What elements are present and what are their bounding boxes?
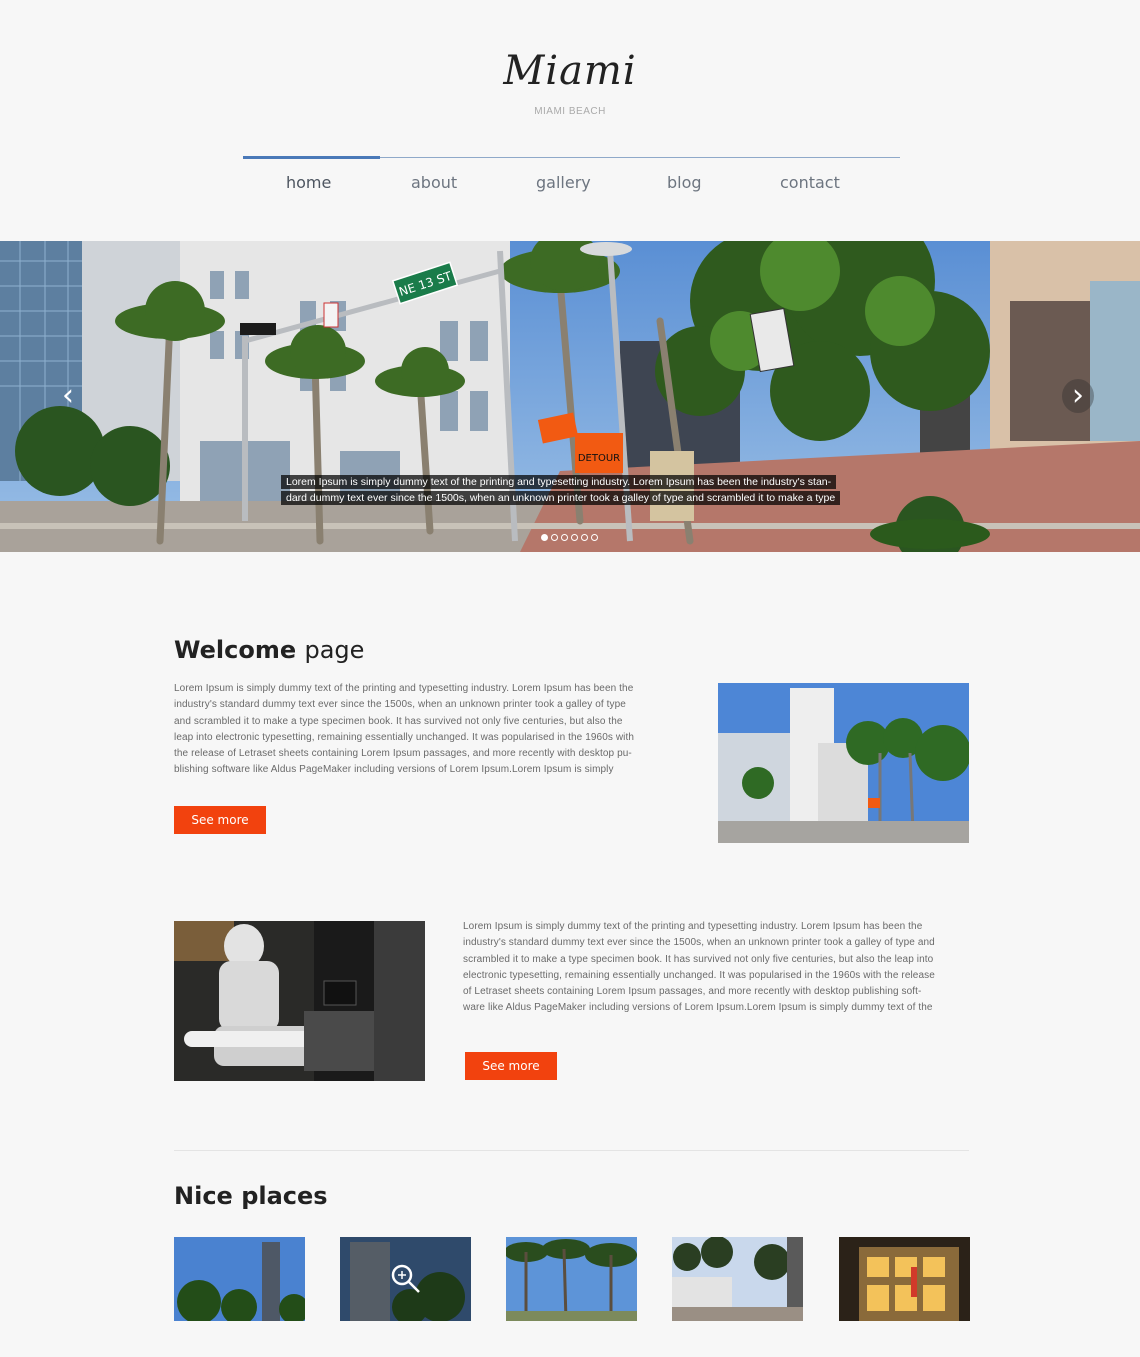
place-thumb-palms[interactable]: [340, 1237, 471, 1321]
site-tagline: MIAMI BEACH: [534, 106, 606, 117]
chevron-right-icon: ›: [1072, 378, 1084, 413]
slider-pagination: [541, 534, 598, 543]
slider-dot-5[interactable]: [581, 534, 588, 541]
slider-dot-2[interactable]: [551, 534, 558, 541]
place-thumb-palm-row[interactable]: [506, 1237, 637, 1321]
slider-dot-6[interactable]: [591, 534, 598, 541]
statue-photo: [174, 921, 425, 1081]
welcome-heading-bold: Welcome: [174, 636, 297, 664]
welcome-heading: Welcome page: [174, 636, 364, 664]
welcome-paragraph: Lorem Ipsum is simply dummy text of the …: [174, 681, 684, 779]
second-paragraph-line: ware like Aldus PageMaker including vers…: [463, 1002, 933, 1014]
slider-prev-button[interactable]: ‹: [52, 379, 84, 413]
welcome-heading-light: page: [304, 636, 365, 664]
welcome-paragraph-line: Lorem Ipsum is simply dummy text of the …: [174, 683, 634, 694]
second-paragraph: Lorem Ipsum is simply dummy text of the …: [463, 919, 983, 1017]
welcome-paragraph-line: and scrambled it to make a type specimen…: [174, 715, 623, 727]
site-logo[interactable]: Miami: [0, 48, 1140, 94]
slider-dot-1[interactable]: [541, 534, 548, 541]
chevron-left-icon: ‹: [62, 378, 74, 413]
place-thumb-night-building[interactable]: [839, 1237, 970, 1321]
nav-item-home[interactable]: home: [286, 173, 331, 192]
second-paragraph-line: of Letraset sheets containing Lorem Ipsu…: [463, 986, 922, 998]
second-paragraph-line: industry's standard dummy text ever sinc…: [463, 937, 935, 949]
second-see-more-button[interactable]: See more: [465, 1052, 557, 1080]
welcome-paragraph-line: leap into electronic typesetting, remain…: [174, 731, 635, 743]
welcome-see-more-button[interactable]: See more: [174, 806, 266, 834]
slider-dot-4[interactable]: [571, 534, 578, 541]
welcome-paragraph-line: the release of Letraset sheets containin…: [174, 748, 632, 760]
places-heading-bold: places: [241, 1182, 328, 1210]
slide-caption-line-1: Lorem Ipsum is simply dummy text of the …: [281, 475, 837, 489]
welcome-paragraph-line: blishing software like Aldus PageMaker i…: [174, 764, 614, 776]
welcome-paragraph-line: industry's standard dummy text ever sinc…: [174, 699, 626, 711]
nav-item-blog[interactable]: blog: [667, 173, 702, 192]
places-heading: Nice places: [174, 1182, 328, 1210]
places-heading-light: Nice: [174, 1182, 233, 1210]
second-paragraph-line: scrambled it to make a type specimen boo…: [463, 953, 934, 965]
nav-item-about[interactable]: about: [411, 173, 457, 192]
section-divider: [174, 1150, 969, 1151]
welcome-photo: [718, 683, 969, 843]
nav-item-contact[interactable]: contact: [780, 173, 840, 192]
slider-dot-3[interactable]: [561, 534, 568, 541]
second-paragraph-line: electronic typesetting, remaining essent…: [463, 969, 935, 981]
slide-caption-line-2: dard dummy text ever since the 1500s, wh…: [281, 491, 841, 505]
place-thumb-tower[interactable]: [174, 1237, 305, 1321]
place-thumb-street[interactable]: [672, 1237, 803, 1321]
detour-sign-text: DETOUR: [578, 453, 620, 464]
main-nav: home about gallery blog contact: [243, 173, 900, 203]
nav-active-indicator: [243, 156, 380, 159]
nav-item-gallery[interactable]: gallery: [536, 173, 591, 192]
slide-caption: Lorem Ipsum is simply dummy text of the …: [281, 474, 863, 506]
second-paragraph-line: Lorem Ipsum is simply dummy text of the …: [463, 921, 923, 932]
slider-next-button[interactable]: ›: [1062, 379, 1094, 413]
